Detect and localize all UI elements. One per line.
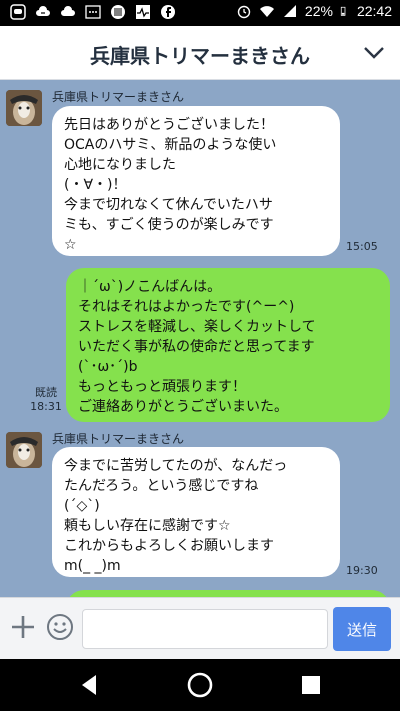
message-time: 15:05 — [346, 240, 378, 253]
sender-name: 兵庫県トリマーまきさん — [52, 90, 185, 104]
avatar[interactable] — [6, 90, 42, 126]
dots-icon — [85, 5, 101, 19]
message-input[interactable] — [82, 609, 328, 649]
cloud-icon — [61, 6, 75, 16]
incoming-message-bubble[interactable]: 今までに苦労してたのが、なんだっ たんだろう。という感じですね (´◇`) 頼も… — [52, 447, 340, 577]
alarm-icon — [237, 5, 251, 19]
android-nav-bar — [0, 659, 400, 711]
read-label: 既読 — [35, 386, 57, 399]
status-notification-icons — [10, 4, 176, 20]
battery-percentage: 22% — [304, 3, 333, 19]
recents-icon[interactable] — [297, 671, 325, 699]
avatar[interactable] — [6, 432, 42, 468]
battery-icon — [340, 6, 346, 16]
wifi-icon — [259, 6, 274, 17]
signal-icon — [283, 5, 296, 17]
chevron-down-icon[interactable] — [362, 43, 386, 63]
emoji-icon[interactable] — [46, 613, 74, 641]
back-icon[interactable] — [76, 671, 104, 699]
message-time: 19:30 — [346, 564, 378, 577]
chat-history[interactable]: 兵庫県トリマーまきさん 先日はありがとうございました！ OCAのハサミ、新品のよ… — [0, 80, 400, 597]
plus-icon[interactable] — [10, 614, 36, 640]
send-button[interactable]: 送信 — [333, 607, 391, 651]
status-bar: 22% 22:42 — [0, 0, 400, 26]
status-time: 22:42 — [356, 3, 392, 19]
chat-header: 兵庫県トリマーまきさん — [0, 26, 400, 80]
message-input-bar: 送信 — [0, 597, 400, 659]
pulse-icon — [136, 5, 150, 19]
avatar-dog-image — [6, 432, 42, 468]
cloud-sync-icon — [36, 6, 50, 16]
outgoing-message-bubble[interactable]: ｜´ω`)ノこんばんは。 それはそれはよかったです(^ー^) ストレスを軽減し、… — [66, 268, 390, 422]
avatar-dog-image — [6, 90, 42, 126]
facebook-icon — [161, 5, 175, 19]
line-icon — [10, 4, 26, 20]
read-receipt: 既読 18:31 — [30, 386, 62, 414]
incoming-message-bubble[interactable]: 先日はありがとうございました！ OCAのハサミ、新品のような使い 心地になりまし… — [52, 106, 340, 256]
sender-name: 兵庫県トリマーまきさん — [52, 432, 185, 446]
home-icon[interactable] — [186, 671, 214, 699]
outgoing-message-bubble-partial[interactable] — [66, 590, 390, 597]
barcode-icon — [111, 5, 125, 19]
message-time: 18:31 — [30, 400, 62, 413]
chat-title: 兵庫県トリマーまきさん — [90, 44, 310, 68]
status-system-icons: 22% 22:42 — [236, 3, 392, 19]
